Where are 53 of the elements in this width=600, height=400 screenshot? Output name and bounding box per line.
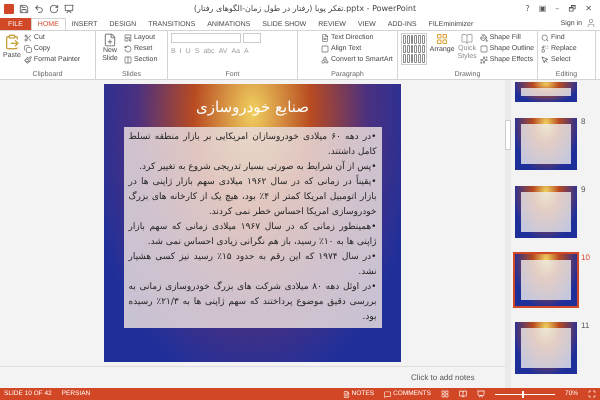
paint-bucket-icon (480, 34, 488, 42)
replace-icon (541, 44, 549, 52)
new-slide-icon (103, 33, 117, 47)
shapes-gallery[interactable] (401, 33, 427, 65)
slide-number: 10 (581, 252, 590, 264)
scrollbar-thumb[interactable] (505, 120, 511, 150)
bullet-text: •یقیناً در زمانی که در سال ۱۹۶۲ میلادی سهم بازار ژاپنی ها در بازار اتومبیل امریکا کمتر از ۴٪ بود، هیچ یک از کارخانه های بزرگ خودروسازی امریکا احساس خطر نمی کردند. (128, 174, 376, 218)
section-icon (124, 56, 132, 64)
undo-icon[interactable] (34, 4, 44, 14)
outline-icon (480, 44, 488, 52)
slide-number: 11 (581, 320, 590, 332)
window-control-button[interactable]: ▣ (538, 3, 546, 15)
comment-icon (384, 390, 392, 398)
effects-icon (480, 56, 488, 64)
window-control-button[interactable]: ✕ (585, 3, 592, 15)
slide-number: 9 (581, 184, 586, 196)
reset-icon (124, 44, 132, 52)
smartart-icon (321, 56, 329, 64)
window-control-button[interactable]: ? (525, 3, 530, 15)
copy-icon (24, 44, 32, 52)
window-title: تفکر پویا (رفتار در طول زمان-الگوهای رفتار).pptx - PowerPoint (194, 3, 416, 15)
layout-icon (124, 34, 132, 42)
slide-thumbnail[interactable] (513, 252, 579, 308)
pointer-icon (541, 56, 549, 64)
slideshow-icon[interactable] (64, 4, 74, 14)
bullet-text: •همینطور زمانی که در سال ۱۹۶۷ میلادی زمانی که سهم بازار ژاپنی ها به ۱۰٪ رسید، باز هم نگرانی زیادی احساس نمی شد. (128, 220, 376, 248)
bullet-text: •در سال ۱۹۷۴ که این رقم به حدود ۱۵٪ رسید نیز کسی هشیار نشد. (128, 250, 376, 278)
slide-title: صنایع خودروسازی (196, 97, 310, 118)
arrange-icon (436, 33, 448, 45)
font-name-field[interactable] (171, 33, 241, 43)
bullet-text: •در اوئل دهه ۸۰ میلادی شرکت های بزرگ خودروسازی زمانی به بررسی دقیق موضوع پرداختند که سهم ژاپنی ها به ۲۱/۳٪ رسیده بود. (128, 280, 376, 324)
font-size-field[interactable] (243, 33, 261, 43)
scissors-icon (24, 34, 32, 42)
bullet-text: •پس از آن شرایط به صورتی بسیار تدریجی شروع به تغییر کرد. (138, 160, 376, 174)
save-icon[interactable] (19, 4, 29, 14)
window-control-button[interactable]: – (555, 3, 560, 15)
zoom-slider-thumb[interactable] (522, 390, 524, 398)
user-avatar-icon (586, 18, 596, 28)
redo-icon[interactable] (49, 4, 59, 14)
slide-number: 8 (581, 116, 586, 128)
fit-slide-icon[interactable] (588, 390, 596, 398)
notes-field[interactable]: Click to add notes (411, 372, 491, 384)
reading-view-icon[interactable] (458, 390, 467, 398)
slide-sorter-icon[interactable] (440, 390, 449, 398)
search-icon (541, 34, 549, 42)
styles-icon (461, 33, 474, 45)
clipboard-icon (4, 33, 20, 51)
app-logo-icon (4, 4, 14, 14)
slideshow-icon[interactable] (476, 390, 485, 398)
bullet-text: •در دهه ۶۰ میلادی خودروسازان امریکایی بر بازار منطقه تسلط کامل داشتند. (128, 130, 376, 158)
window-control-button[interactable]: 🗗 (568, 3, 576, 15)
notes-icon (342, 390, 350, 398)
paintbrush-icon (24, 56, 32, 64)
